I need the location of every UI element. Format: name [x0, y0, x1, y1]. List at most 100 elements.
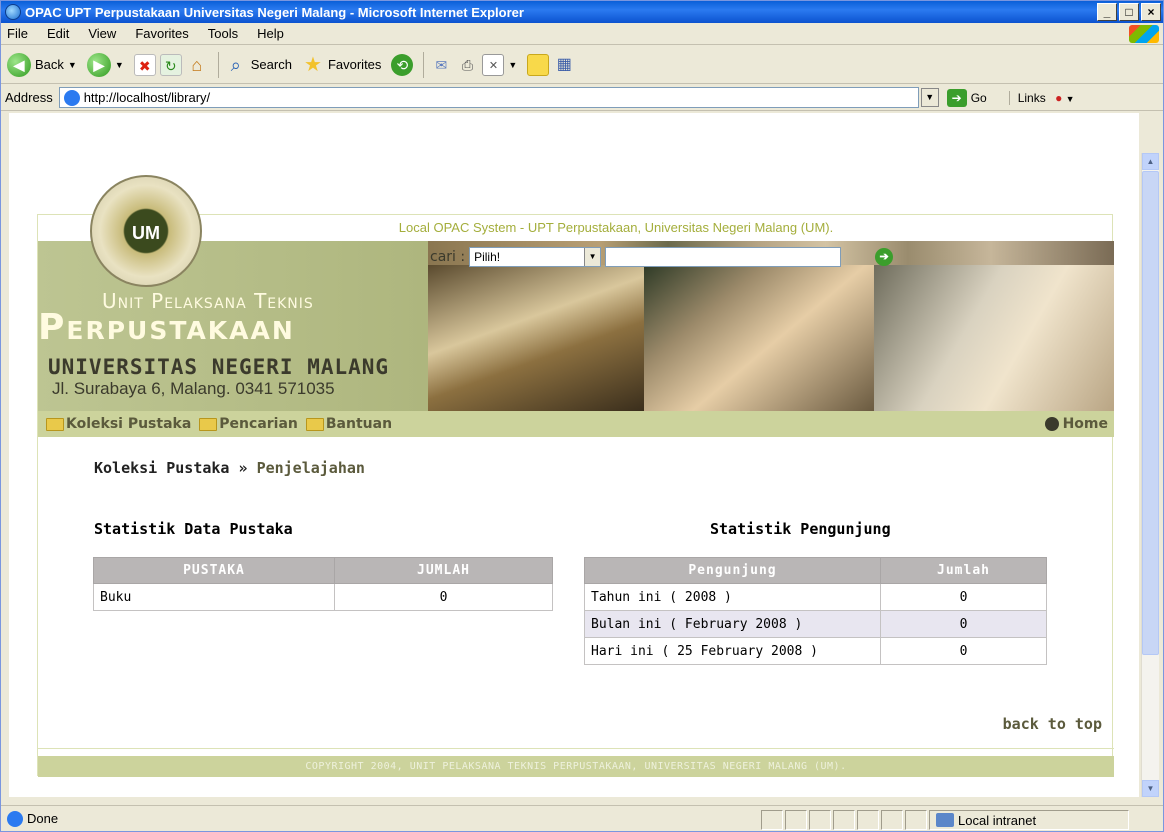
search-go-button[interactable]: ➔: [875, 248, 894, 266]
cell-value: 0: [880, 637, 1047, 665]
menu-bar: File Edit View Favorites Tools Help: [1, 23, 1163, 45]
status-pane: [857, 810, 879, 830]
refresh-icon[interactable]: ↻: [159, 53, 182, 76]
close-button[interactable]: ×: [1141, 3, 1161, 21]
favorites-label: Favorites: [327, 57, 382, 72]
search-label: cari :: [430, 249, 466, 265]
search-button[interactable]: ⌕ Search: [225, 54, 292, 76]
go-button[interactable]: ➔ Go: [946, 88, 987, 107]
print-icon[interactable]: ⎙: [456, 54, 478, 76]
perpustakaan-label: Perpustakaan: [38, 307, 295, 348]
library-stats-title: Statistik Data Pustaka: [94, 520, 293, 538]
chevron-down-icon[interactable]: ▼: [508, 60, 517, 70]
status-pane: [881, 810, 903, 830]
banner-left: Unit Pelaksana Teknis Perpustakaan UNIVE…: [38, 241, 428, 411]
nav-home[interactable]: Home: [1044, 416, 1108, 432]
edit-icon[interactable]: ✕: [482, 53, 505, 76]
visitor-stats-table: Pengunjung Jumlah Tahun ini ( 2008 ) 0 B…: [584, 557, 1047, 665]
scroll-down-icon[interactable]: ▼: [1142, 780, 1159, 797]
address-url: http://localhost/library/: [83, 90, 211, 105]
cell-value: 0: [880, 610, 1047, 638]
university-seal-logo: UM: [90, 175, 202, 287]
menu-favorites[interactable]: Favorites: [135, 26, 188, 41]
back-label: Back: [35, 57, 64, 72]
column-header: PUSTAKA: [93, 557, 335, 584]
address-input[interactable]: http://localhost/library/: [58, 87, 919, 108]
status-pane: [761, 810, 783, 830]
university-name: UNIVERSITAS NEGERI MALANG: [48, 355, 390, 379]
chevron-down-icon: ▼: [584, 248, 601, 266]
address-label: Address: [5, 90, 53, 105]
status-bar: Done Local intranet: [1, 805, 1163, 831]
page-icon: [63, 89, 80, 106]
forward-arrow-icon: ▶: [86, 52, 111, 77]
favorites-button[interactable]: ★ Favorites: [302, 54, 381, 76]
stop-icon[interactable]: ✖: [133, 53, 156, 76]
folder-icon: [305, 417, 324, 431]
intranet-icon: [936, 813, 954, 827]
separator: [423, 51, 425, 78]
hands-photo: [644, 265, 874, 411]
window-title: OPAC UPT Perpustakaan Universitas Negeri…: [25, 4, 524, 20]
research-icon[interactable]: ▦: [553, 54, 575, 76]
column-header: Pengunjung: [584, 557, 881, 584]
nav-label: Pencarian: [219, 416, 298, 432]
breadcrumb-current: Penjelajahan: [256, 459, 365, 477]
nav-bantuan[interactable]: Bantuan: [305, 416, 392, 432]
column-header: JUMLAH: [334, 557, 553, 584]
back-arrow-icon: ◀: [7, 52, 31, 77]
footer-divider: [38, 748, 1114, 749]
vertical-scrollbar[interactable]: ▲ ▼: [1141, 153, 1159, 797]
go-arrow-icon: ➔: [946, 88, 967, 107]
zone-label: Local intranet: [958, 812, 1037, 828]
menu-tools[interactable]: Tools: [208, 26, 238, 41]
maximize-button[interactable]: □: [1119, 3, 1139, 21]
windows-logo-icon: [1129, 25, 1159, 43]
cell-label: Tahun ini ( 2008 ): [584, 583, 881, 611]
nav-koleksi-pustaka[interactable]: Koleksi Pustaka: [46, 416, 191, 432]
search-category-select[interactable]: Pilih! ▼: [469, 247, 602, 267]
viewport-top: [9, 113, 1139, 153]
site-nav: Koleksi Pustaka Pencarian Bantuan Home: [38, 411, 1114, 437]
chevron-down-icon[interactable]: ▼: [68, 60, 77, 70]
home-icon: [1044, 417, 1059, 431]
scroll-thumb[interactable]: [1142, 171, 1159, 655]
home-label: Home: [1062, 416, 1108, 432]
minimize-button[interactable]: _: [1097, 3, 1117, 21]
discuss-icon[interactable]: [527, 53, 550, 76]
mail-icon[interactable]: ✉: [430, 54, 452, 76]
nav-pencarian[interactable]: Pencarian: [199, 416, 298, 432]
cell-label: Buku: [93, 583, 335, 611]
nav-label: Koleksi Pustaka: [66, 416, 192, 432]
address-dropdown[interactable]: ▼: [920, 88, 939, 107]
cell-value: 0: [334, 583, 553, 611]
table-row: Hari ini ( 25 February 2008 ) 0: [584, 637, 1047, 665]
folder-icon: [199, 417, 218, 431]
search-select-value: Pilih!: [474, 250, 501, 264]
links-button[interactable]: Links ● ▼: [1008, 90, 1075, 105]
ie-icon: [5, 4, 21, 20]
menu-file[interactable]: File: [7, 26, 28, 41]
home-icon[interactable]: ⌂: [186, 54, 208, 76]
history-icon[interactable]: ⟲: [391, 53, 414, 76]
menu-help[interactable]: Help: [257, 26, 284, 41]
search-form: cari : Pilih! ▼ ➔: [430, 247, 894, 267]
page-status-icon: [7, 810, 23, 827]
back-button[interactable]: ◀ Back ▼: [7, 52, 77, 77]
menu-view[interactable]: View: [88, 26, 116, 41]
links-label: Links: [1017, 90, 1046, 105]
separator: [217, 51, 219, 78]
breadcrumb-parent[interactable]: Koleksi Pustaka: [94, 459, 229, 477]
scroll-up-icon[interactable]: ▲: [1142, 153, 1159, 170]
opac-page: Local OPAC System - UPT Perpustakaan, Un…: [37, 175, 1114, 777]
chevron-down-icon[interactable]: ▼: [115, 60, 124, 70]
menu-edit[interactable]: Edit: [47, 26, 69, 41]
go-label: Go: [970, 90, 987, 105]
forward-button[interactable]: ▶ ▼: [86, 52, 124, 77]
table-row: Bulan ini ( February 2008 ) 0: [584, 610, 1047, 638]
book-photo: [428, 265, 644, 411]
search-input[interactable]: [605, 247, 842, 267]
back-to-top-link[interactable]: back to top: [1003, 715, 1102, 733]
title-bar[interactable]: OPAC UPT Perpustakaan Universitas Negeri…: [1, 1, 1163, 23]
writing-photo: [874, 265, 1114, 411]
